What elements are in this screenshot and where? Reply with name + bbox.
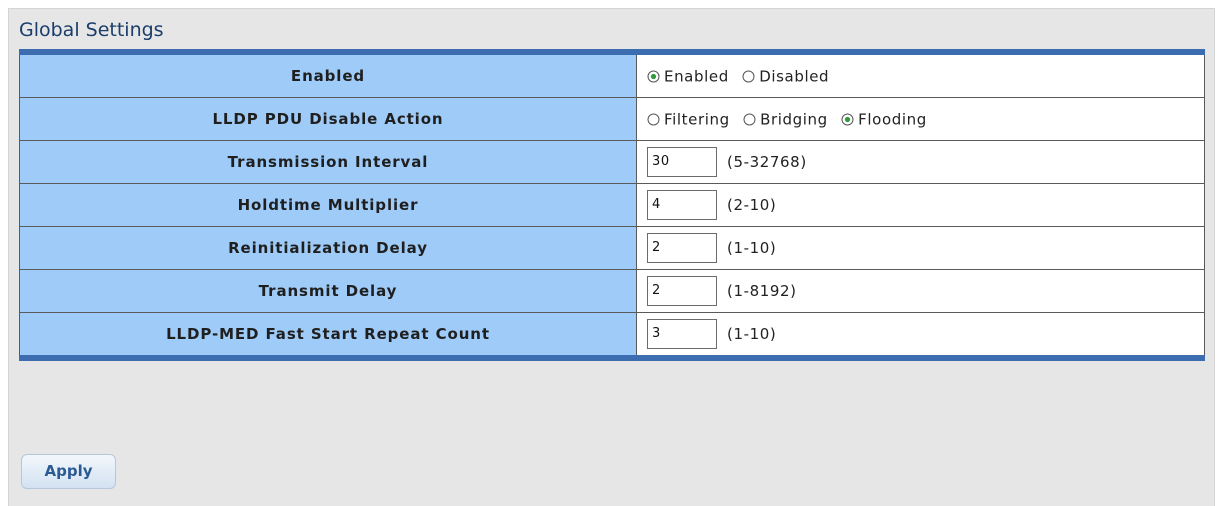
table-row: Holdtime Multiplier 4 (2-10) (19, 183, 1205, 227)
radio-unchecked-icon[interactable] (647, 113, 660, 126)
range-hint: (1-8192) (727, 282, 797, 300)
radio-label: Enabled (664, 67, 729, 86)
row-value-enabled: Enabled Disabled (636, 51, 1205, 98)
radio-option-bridging[interactable]: Bridging (743, 110, 828, 129)
radio-unchecked-icon[interactable] (742, 70, 755, 83)
global-settings-table: Enabled Enabled Disabled LLDP PDU Disabl… (19, 49, 1205, 361)
table-row: Enabled Enabled Disabled (19, 51, 1205, 98)
fast-start-repeat-count-input[interactable]: 3 (647, 319, 717, 349)
transmission-interval-input[interactable]: 30 (647, 147, 717, 177)
range-hint: (1-10) (727, 325, 777, 343)
row-label-transmit-delay: Transmit Delay (19, 269, 637, 313)
row-value-pdu-disable-action: Filtering Bridging Flooding (636, 97, 1205, 141)
holdtime-multiplier-input[interactable]: 4 (647, 190, 717, 220)
radio-option-flooding[interactable]: Flooding (841, 110, 927, 129)
radio-option-disabled[interactable]: Disabled (742, 67, 830, 86)
range-hint: (5-32768) (727, 153, 807, 171)
row-value-fast-start-repeat-count: 3 (1-10) (636, 312, 1205, 359)
transmit-delay-input[interactable]: 2 (647, 276, 717, 306)
row-value-transmission-interval: 30 (5-32768) (636, 140, 1205, 184)
section-title: Global Settings (19, 19, 164, 41)
global-settings-panel: Global Settings Enabled Enabled Disabled… (8, 8, 1215, 506)
row-value-reinitialization-delay: 2 (1-10) (636, 226, 1205, 270)
range-hint: (2-10) (727, 196, 777, 214)
row-label-holdtime-multiplier: Holdtime Multiplier (19, 183, 637, 227)
range-hint: (1-10) (727, 239, 777, 257)
table-row: Transmit Delay 2 (1-8192) (19, 269, 1205, 313)
table-row: LLDP PDU Disable Action Filtering Bridgi… (19, 97, 1205, 141)
radio-option-filtering[interactable]: Filtering (647, 110, 730, 129)
radio-label: Filtering (664, 110, 730, 129)
row-label-transmission-interval: Transmission Interval (19, 140, 637, 184)
table-row: Transmission Interval 30 (5-32768) (19, 140, 1205, 184)
radio-checked-icon[interactable] (841, 113, 854, 126)
radio-label: Bridging (760, 110, 828, 129)
row-label-fast-start-repeat-count: LLDP-MED Fast Start Repeat Count (19, 312, 637, 359)
radio-checked-icon[interactable] (647, 70, 660, 83)
reinitialization-delay-input[interactable]: 2 (647, 233, 717, 263)
radio-label: Disabled (759, 67, 830, 86)
apply-button[interactable]: Apply (21, 454, 116, 489)
row-value-transmit-delay: 2 (1-8192) (636, 269, 1205, 313)
radio-label: Flooding (858, 110, 927, 129)
row-label-enabled: Enabled (19, 51, 637, 98)
row-label-pdu-disable-action: LLDP PDU Disable Action (19, 97, 637, 141)
radio-option-enabled[interactable]: Enabled (647, 67, 729, 86)
radio-unchecked-icon[interactable] (743, 113, 756, 126)
table-row: LLDP-MED Fast Start Repeat Count 3 (1-10) (19, 312, 1205, 359)
row-label-reinitialization-delay: Reinitialization Delay (19, 226, 637, 270)
row-value-holdtime-multiplier: 4 (2-10) (636, 183, 1205, 227)
table-row: Reinitialization Delay 2 (1-10) (19, 226, 1205, 270)
